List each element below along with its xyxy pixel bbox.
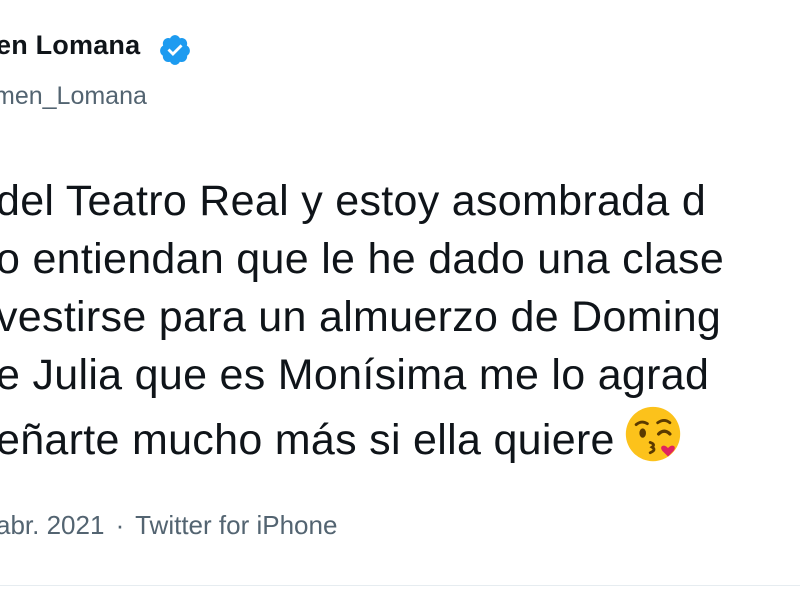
meta-separator: · [115,510,125,540]
verified-badge-icon [160,35,190,65]
tweet-text-line: o entiendan que le he dado una clase [0,235,725,283]
tweet-date[interactable]: abr. 2021 [0,510,104,540]
tweet-text-line: del Teatro Real y estoy asombrada d [0,177,707,225]
tweet-card: en Lomana men_Lomana del Teatro Real y e… [0,0,800,600]
tweet-text-line-last: eñarte mucho más si ella quiere [0,404,800,469]
author-display-name[interactable]: en Lomana [0,30,140,61]
tweet-text-line: eñarte mucho más si ella quiere [0,416,615,464]
tweet-source[interactable]: Twitter for iPhone [135,510,337,540]
tweet-text: del Teatro Real y estoy asombrada d o en… [0,172,800,469]
face-blowing-a-kiss-icon [625,406,680,462]
divider [0,585,800,586]
tweet-text-line: e Julia que es Monísima me lo agrad [0,351,710,399]
author-handle[interactable]: men_Lomana [0,82,147,111]
tweet-metadata: abr. 2021 · Twitter for iPhone [0,510,337,541]
tweet-text-line: vestirse para un almuerzo de Doming [0,293,722,341]
